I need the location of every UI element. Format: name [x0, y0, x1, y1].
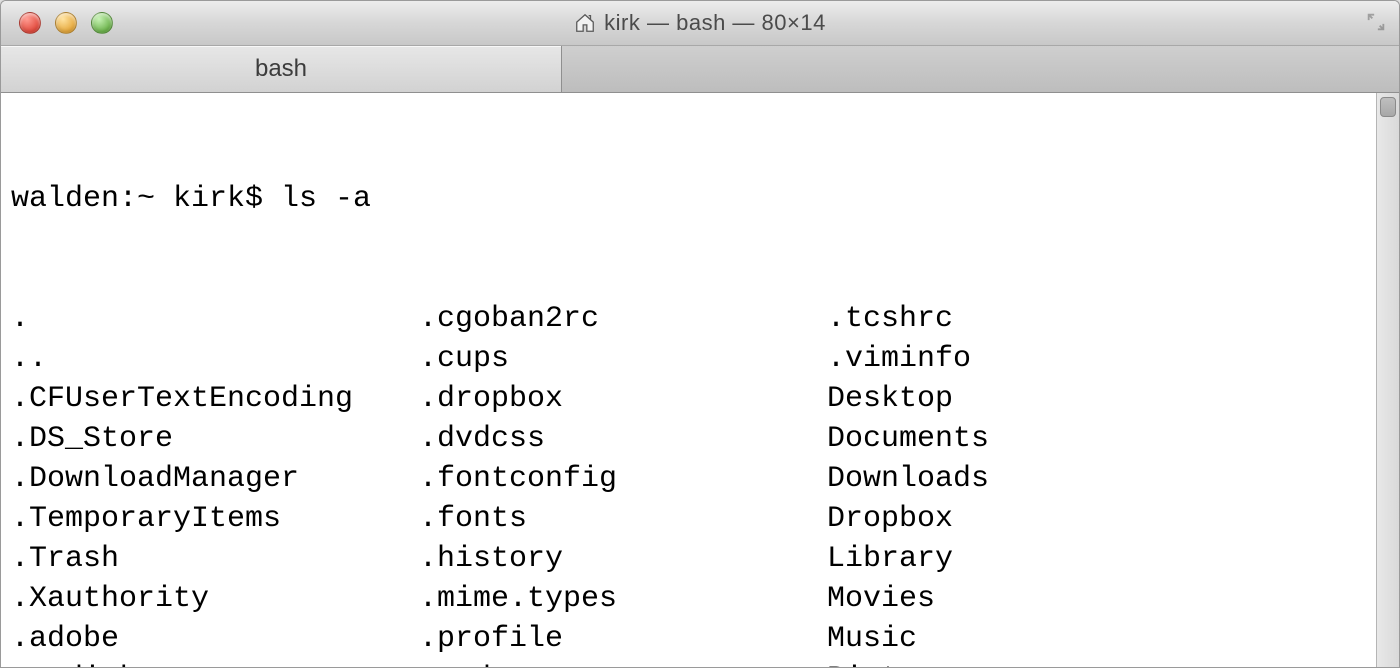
file-entry: .apdisk [11, 659, 419, 667]
prompt-text: walden:~ kirk$ [11, 182, 281, 216]
file-entry: Downloads [827, 459, 1375, 499]
file-entry: .fonts [419, 499, 827, 539]
prompt-line-1: walden:~ kirk$ ls -a [11, 179, 1375, 219]
file-entry: .. [11, 339, 419, 379]
file-entry: .TemporaryItems [11, 499, 419, 539]
file-entry: Pictures [827, 659, 1375, 667]
tab-bar: bash [1, 46, 1399, 93]
file-entry: .CFUserTextEncoding [11, 379, 419, 419]
window-title: kirk — bash — 80×14 [604, 10, 826, 36]
command-text: ls -a [281, 182, 371, 216]
close-button[interactable] [19, 12, 41, 34]
titlebar: kirk — bash — 80×14 [1, 1, 1399, 46]
file-entry: .dropbox [419, 379, 827, 419]
file-entry: .mime.types [419, 579, 827, 619]
file-entry: .tcshrc [827, 299, 1375, 339]
window-title-container: kirk — bash — 80×14 [1, 10, 1399, 36]
file-entry: .Trash [11, 539, 419, 579]
file-entry: .adobe [11, 619, 419, 659]
file-entry: .fontconfig [419, 459, 827, 499]
file-entry: .history [419, 539, 827, 579]
file-entry: .cgoban2rc [419, 299, 827, 339]
home-icon [574, 12, 596, 34]
minimize-button[interactable] [55, 12, 77, 34]
file-entry: .rnd [419, 659, 827, 667]
file-entry: Library [827, 539, 1375, 579]
file-entry: .cups [419, 339, 827, 379]
file-entry: .DownloadManager [11, 459, 419, 499]
file-entry: Movies [827, 579, 1375, 619]
scrollbar[interactable] [1376, 93, 1399, 667]
file-entry: .Xauthority [11, 579, 419, 619]
ls-column-2: .cgoban2rc.cups.dropbox.dvdcss.fontconfi… [419, 299, 827, 667]
tab-label: bash [255, 55, 307, 83]
ls-output: ....CFUserTextEncoding.DS_Store.Download… [11, 299, 1375, 667]
ls-column-3: .tcshrc.viminfoDesktopDocumentsDownloads… [827, 299, 1375, 667]
file-entry: Documents [827, 419, 1375, 459]
terminal-content: walden:~ kirk$ ls -a ....CFUserTextEncod… [1, 93, 1375, 667]
file-entry: .viminfo [827, 339, 1375, 379]
file-entry: .DS_Store [11, 419, 419, 459]
traffic-lights [1, 12, 113, 34]
terminal-viewport[interactable]: walden:~ kirk$ ls -a ....CFUserTextEncod… [1, 93, 1399, 667]
file-entry: Dropbox [827, 499, 1375, 539]
file-entry: .dvdcss [419, 419, 827, 459]
fullscreen-button[interactable] [1365, 11, 1387, 33]
file-entry: .profile [419, 619, 827, 659]
file-entry: Desktop [827, 379, 1375, 419]
terminal-window: kirk — bash — 80×14 bash walden:~ kirk$ … [0, 0, 1400, 668]
zoom-button[interactable] [91, 12, 113, 34]
file-entry: Music [827, 619, 1375, 659]
scroll-thumb[interactable] [1380, 97, 1396, 117]
ls-column-1: ....CFUserTextEncoding.DS_Store.Download… [11, 299, 419, 667]
file-entry: . [11, 299, 419, 339]
tab-bash[interactable]: bash [1, 46, 562, 92]
